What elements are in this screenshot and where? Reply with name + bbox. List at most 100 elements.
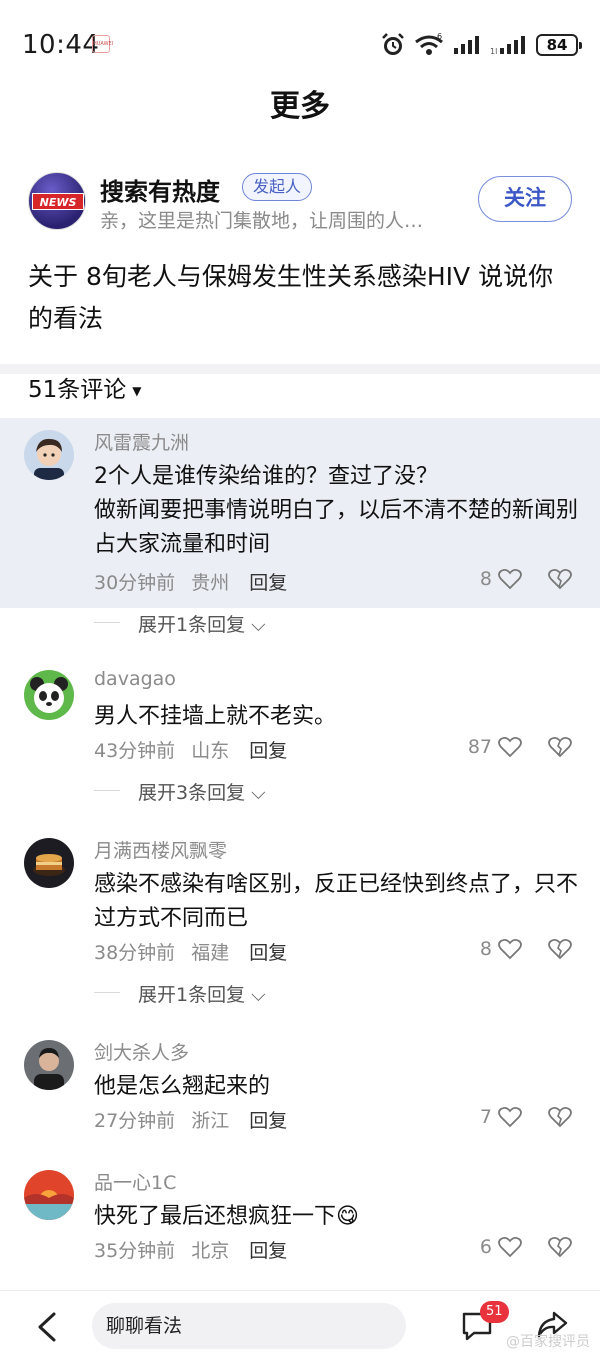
follow-button[interactable]: 关注 (478, 176, 572, 222)
message-count-badge: 51 (480, 1301, 509, 1323)
comment-item[interactable]: 月满西楼风飘零 感染不感染有啥区别，反正已经快到终点了，只不过方式不同而已 38… (0, 826, 600, 976)
like-button[interactable]: 8 (480, 938, 522, 960)
page-header: 更多 (0, 80, 600, 140)
broken-heart-icon[interactable] (548, 736, 572, 758)
comment-line: 做新闻要把事情说明白了，以后不清不楚的新闻别占大家流量和时间 (94, 498, 579, 557)
chevron-down-icon: ⌵ (245, 984, 266, 1006)
panda-avatar-image (24, 670, 74, 720)
avatar[interactable] (24, 838, 74, 888)
signal-label: 1l (490, 47, 497, 56)
like-button[interactable]: 87 (468, 736, 522, 758)
expand-replies-button[interactable]: 展开1条回复 ⌵ (94, 978, 394, 1008)
like-count: 6 (479, 1236, 492, 1258)
page-title: 更多 (270, 89, 330, 124)
avatar[interactable] (24, 670, 74, 720)
cake-avatar-image (24, 838, 74, 888)
expand-label: 展开1条回复 (138, 614, 246, 636)
like-button[interactable]: 6 (480, 1236, 522, 1258)
reply-button[interactable]: 回复 (249, 740, 287, 762)
comment-text: 感染不感染有啥区别，反正已经快到终点了，只不过方式不同而已 (94, 872, 579, 931)
broken-heart-icon[interactable] (548, 938, 572, 960)
section-divider (0, 364, 600, 374)
avatar-image (24, 430, 74, 480)
comment-item[interactable]: 风雷震九洲 2个人是谁传染给谁的？查过了没？ 做新闻要把事情说明白了，以后不清不… (0, 418, 600, 608)
comment-author[interactable]: 月满西楼风飘零 (94, 836, 227, 863)
expand-replies-button[interactable]: 展开3条回复 ⌵ (94, 776, 394, 806)
author-row[interactable]: NEWS 搜索有热度 发起人 亲，这里是热门集散地，让周围的人… 关注 (0, 160, 600, 240)
comment-time: 27分钟前 (94, 1110, 176, 1132)
comment-item[interactable]: 品一心1C 快死了最后还想疯狂一下😋 35分钟前 北京 回复 6 (0, 1158, 600, 1278)
comment-item[interactable]: davagao 男人不挂墙上就不老实。 43分钟前 山东 回复 87 (0, 658, 600, 778)
reply-button[interactable]: 回复 (249, 942, 287, 964)
broken-heart-icon[interactable] (548, 1106, 572, 1128)
expand-line (94, 622, 120, 623)
comment-time: 35分钟前 (94, 1240, 176, 1262)
like-button[interactable]: 8 (480, 568, 522, 590)
comment-meta: 27分钟前 浙江 回复 (94, 1106, 303, 1133)
status-icons: 6 1l 84 (380, 30, 582, 60)
news-logo: NEWS (32, 193, 84, 210)
comment-location: 福建 (191, 942, 230, 964)
comment-count-sort[interactable]: 51条评论 ▼ (28, 374, 142, 407)
expand-replies-button[interactable]: 展开1条回复 ⌵ (94, 608, 394, 638)
like-count: 87 (467, 736, 492, 758)
like-button[interactable]: 7 (480, 1106, 522, 1128)
reply-button[interactable]: 回复 (249, 572, 287, 594)
heart-icon (498, 736, 522, 758)
comment-author[interactable]: 品一心1C (94, 1168, 176, 1195)
comment-time: 30分钟前 (94, 572, 176, 594)
comment-text: 2个人是谁传染给谁的？查过了没？ 做新闻要把事情说明白了，以后不清不楚的新闻别占… (94, 460, 584, 562)
chevron-down-icon: ⌵ (245, 782, 266, 804)
comment-text: 男人不挂墙上就不老实。 (94, 704, 337, 729)
avatar[interactable] (24, 1170, 74, 1220)
comment-author[interactable]: 剑大杀人多 (94, 1038, 189, 1065)
caret-down-icon: ▼ (132, 383, 142, 398)
comment-location: 北京 (191, 1240, 230, 1262)
avatar[interactable] (24, 430, 74, 480)
wifi-icon: 6 (415, 33, 443, 55)
like-count: 8 (479, 938, 492, 960)
comment-location: 贵州 (191, 572, 230, 594)
initiator-badge: 发起人 (242, 173, 313, 201)
bottom-bar: 聊聊看法 51 @百家搜评员 (0, 1290, 600, 1360)
signal-icon (454, 36, 479, 54)
reply-button[interactable]: 回复 (249, 1240, 287, 1262)
heart-icon (498, 938, 522, 960)
like-count: 8 (479, 568, 492, 590)
alarm-icon (382, 33, 404, 55)
heart-icon (498, 1106, 522, 1128)
heart-icon (498, 1236, 522, 1258)
comment-line: 2个人是谁传染给谁的？查过了没？ (94, 464, 438, 489)
avatar[interactable] (24, 1040, 74, 1090)
watermark: @百家搜评员 (506, 1334, 590, 1350)
back-arrow-icon[interactable] (34, 1311, 60, 1343)
comment-author[interactable]: 风雷震九洲 (94, 428, 189, 455)
comment-location: 山东 (191, 740, 230, 762)
comment-time: 38分钟前 (94, 942, 176, 964)
expand-label: 展开3条回复 (138, 782, 246, 804)
expand-line (94, 992, 120, 993)
comment-meta: 38分钟前 福建 回复 (94, 938, 303, 965)
portrait-avatar-image (24, 1040, 74, 1090)
broken-heart-icon[interactable] (548, 1236, 572, 1258)
comment-input[interactable]: 聊聊看法 (92, 1303, 406, 1349)
comment-count-label: 51条评论 (28, 377, 127, 403)
comment-text: 快死了最后还想疯狂一下😋 (94, 1204, 359, 1229)
comment-meta: 30分钟前 贵州 回复 (94, 568, 303, 595)
broken-heart-icon[interactable] (548, 568, 572, 590)
comment-time: 43分钟前 (94, 740, 176, 762)
reply-button[interactable]: 回复 (249, 1110, 287, 1132)
author-name[interactable]: 搜索有热度 (100, 172, 220, 207)
comment-meta: 35分钟前 北京 回复 (94, 1236, 303, 1263)
expand-label: 展开1条回复 (138, 984, 246, 1006)
comment-item[interactable]: 剑大杀人多 他是怎么翘起来的 27分钟前 浙江 回复 7 (0, 1028, 600, 1148)
expand-line (94, 790, 120, 791)
status-bar: 10:44 HUAWEI 6 1l 84 (0, 0, 600, 80)
battery-indicator: 84 (536, 34, 582, 56)
comment-author[interactable]: davagao (94, 668, 176, 690)
author-description: 亲，这里是热门集散地，让周围的人… (100, 210, 424, 232)
carrier-icon: HUAWEI (92, 35, 113, 53)
author-avatar[interactable]: NEWS (28, 172, 86, 230)
heart-icon (498, 568, 522, 590)
status-time: 10:44 (22, 30, 100, 60)
